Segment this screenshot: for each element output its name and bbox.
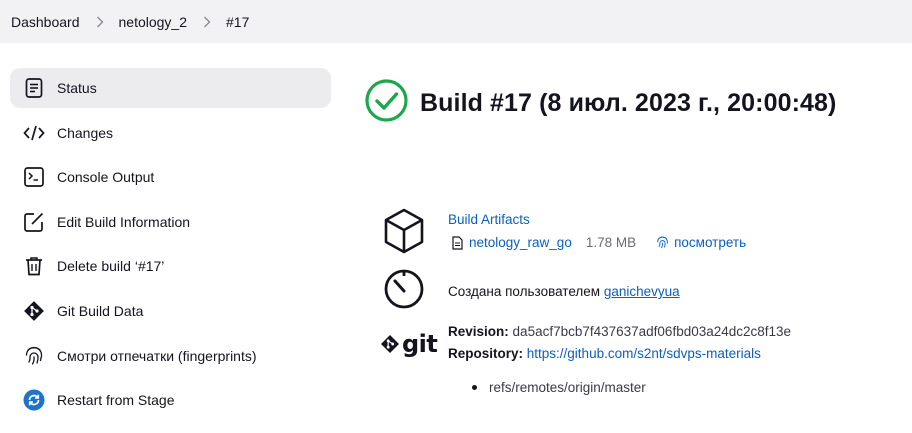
success-check-icon	[365, 79, 408, 127]
sidebar-item-label: Edit Build Information	[57, 213, 191, 230]
build-artifacts-link[interactable]: Build Artifacts	[448, 212, 530, 227]
sidebar-item-label: Restart from Stage	[57, 392, 175, 409]
sidebar-item-label: Git Build Data	[57, 302, 144, 319]
chevron-right-icon	[203, 16, 211, 28]
fingerprint-icon	[23, 345, 45, 367]
sidebar-item-fingerprints[interactable]: Смотри отпечатки (fingerprints)	[10, 336, 331, 376]
git-repository: Repository: https://github.com/s2nt/sdvp…	[448, 346, 761, 361]
breadcrumb-job[interactable]: netology_2	[119, 14, 188, 30]
sidebar-item-edit-build-information[interactable]: Edit Build Information	[10, 202, 331, 242]
revision-hash: da5acf7bcb7f437637adf06fbd03a24dc2c8f13e	[512, 324, 792, 339]
sidebar-item-label: Console Output	[57, 169, 155, 186]
build-title-row: Build #17 (8 июл. 2023 г., 20:00:48)	[365, 79, 836, 127]
user-link[interactable]: ganichevyua	[604, 284, 680, 299]
revision-label: Revision	[448, 324, 505, 339]
bullet	[472, 385, 477, 390]
git-logo-text: git	[402, 330, 438, 358]
status-icon	[23, 77, 45, 99]
sidebar-item-console-output[interactable]: Console Output	[10, 157, 331, 197]
created-by-text: Создана пользователем ganichevyua	[448, 284, 680, 299]
sidebar-item-changes[interactable]: Changes	[10, 113, 331, 153]
git-revision: Revision: da5acf7bcb7f437637adf06fbd03a2…	[448, 324, 792, 339]
sidebar-item-status[interactable]: Status	[10, 68, 331, 108]
git-logo-icon	[380, 334, 400, 354]
trash-icon	[23, 255, 45, 277]
sidebar: Status Changes Console Output Edit Build…	[10, 68, 331, 425]
repository-link[interactable]: https://github.com/s2nt/sdvps-materials	[527, 346, 761, 361]
package-icon	[383, 208, 425, 254]
branch-name: refs/remotes/origin/master	[489, 380, 646, 395]
sidebar-item-restart-from-stage[interactable]: Restart from Stage	[10, 380, 331, 420]
breadcrumb: Dashboard netology_2 #17	[0, 0, 912, 43]
edit-icon	[23, 211, 45, 233]
fingerprint-icon	[656, 236, 674, 249]
artifact-size: 1.78 MB	[585, 235, 637, 250]
breadcrumb-build[interactable]: #17	[226, 14, 249, 30]
artifact-row: netology_raw_go 1.78 MB посмотреть	[452, 235, 746, 250]
artifact-file-link[interactable]: netology_raw_go	[469, 235, 572, 250]
breadcrumb-dashboard[interactable]: Dashboard	[11, 14, 80, 30]
sidebar-item-label: Status	[57, 80, 97, 96]
restart-icon	[23, 389, 45, 411]
git-logo: git	[380, 330, 438, 358]
created-by-prefix: Создана пользователем	[448, 284, 604, 299]
sidebar-item-label: Delete build ‘#17’	[57, 258, 165, 275]
artifact-fingerprint-link[interactable]: посмотреть	[656, 235, 746, 250]
repository-label: Repository	[448, 346, 519, 361]
list-item: refs/remotes/origin/master	[472, 380, 646, 395]
sidebar-item-label: Смотри отпечатки (fingerprints)	[57, 347, 257, 364]
chevron-right-icon	[96, 16, 104, 28]
timer-icon	[383, 268, 425, 310]
sidebar-item-label: Changes	[57, 124, 114, 141]
page-title: Build #17 (8 июл. 2023 г., 20:00:48)	[420, 88, 837, 117]
sidebar-item-delete-build[interactable]: Delete build ‘#17’	[10, 246, 331, 286]
terminal-icon	[23, 166, 45, 188]
file-icon	[452, 235, 463, 250]
code-icon	[23, 122, 45, 144]
fingerprint-link-label: посмотреть	[674, 235, 747, 250]
git-icon	[23, 300, 45, 322]
sidebar-item-git-build-data[interactable]: Git Build Data	[10, 291, 331, 331]
